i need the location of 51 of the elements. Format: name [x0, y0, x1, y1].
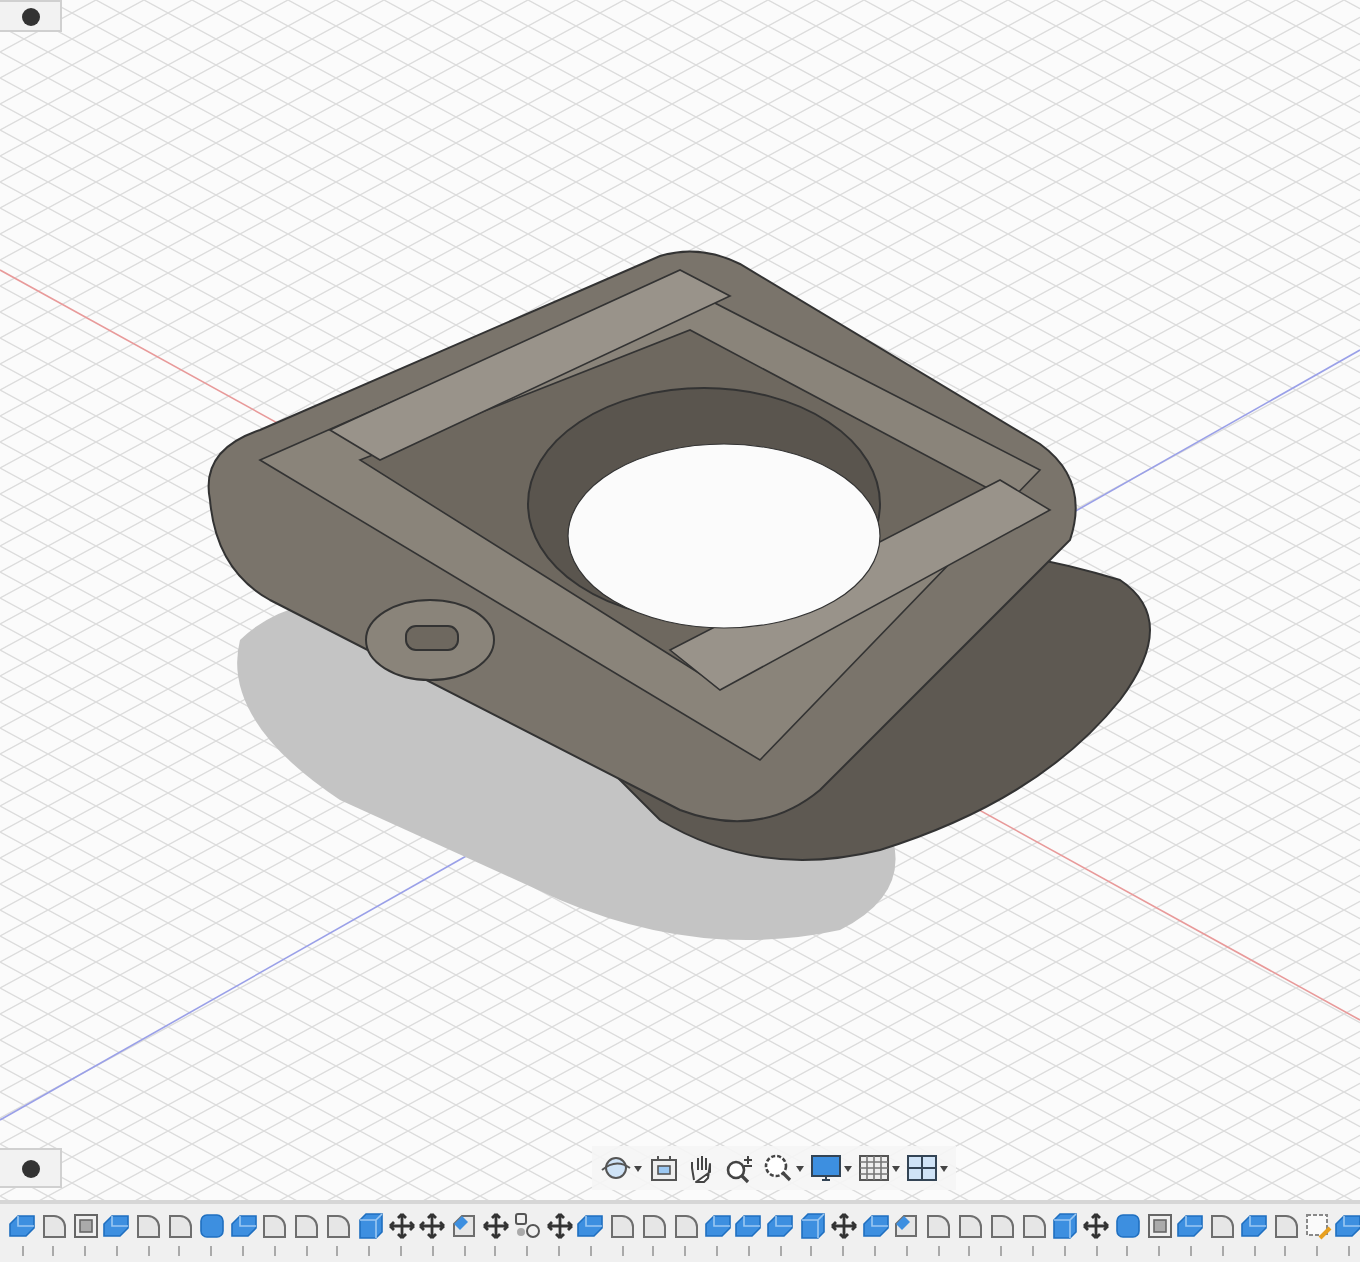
- fillet-feature-icon[interactable]: [987, 1212, 1016, 1240]
- cylinder-feature-icon[interactable]: [1113, 1212, 1142, 1240]
- extrude-feature-icon[interactable]: [102, 1212, 131, 1240]
- extrude-feature-icon[interactable]: [229, 1212, 258, 1240]
- move-feature-icon[interactable]: [387, 1212, 416, 1240]
- fillet-feature-icon[interactable]: [1208, 1212, 1237, 1240]
- shell-feature-icon[interactable]: [71, 1212, 100, 1240]
- fillet-feature-icon[interactable]: [924, 1212, 953, 1240]
- move-feature-icon[interactable]: [418, 1212, 447, 1240]
- fillet-feature-icon[interactable]: [292, 1212, 321, 1240]
- chamfer-feature-icon[interactable]: [892, 1212, 921, 1240]
- display-tool[interactable]: [810, 1150, 852, 1186]
- extrude-feature-icon[interactable]: [861, 1212, 890, 1240]
- fillet-feature-icon[interactable]: [639, 1212, 668, 1240]
- fillet-feature-icon[interactable]: [1271, 1212, 1300, 1240]
- extrude-feature-icon[interactable]: [1176, 1212, 1205, 1240]
- fillet-feature-icon[interactable]: [165, 1212, 194, 1240]
- cylinder-feature-icon[interactable]: [197, 1212, 226, 1240]
- extrude-feature-icon[interactable]: [8, 1212, 36, 1240]
- fit-tool[interactable]: [762, 1150, 804, 1186]
- move-feature-icon[interactable]: [1082, 1212, 1111, 1240]
- fillet-feature-icon[interactable]: [39, 1212, 68, 1240]
- fillet-feature-icon[interactable]: [134, 1212, 163, 1240]
- extrude-feature-icon[interactable]: [734, 1212, 763, 1240]
- grid-tool[interactable]: [858, 1150, 900, 1186]
- extrude-feature-icon[interactable]: [576, 1212, 605, 1240]
- look-at-tool[interactable]: [648, 1150, 680, 1186]
- extrude-feature-icon[interactable]: [703, 1212, 732, 1240]
- extrude-feature-icon[interactable]: [1334, 1212, 1360, 1240]
- fillet-feature-icon[interactable]: [671, 1212, 700, 1240]
- extrude-feature-icon[interactable]: [1240, 1212, 1269, 1240]
- fillet-feature-icon[interactable]: [955, 1212, 984, 1240]
- fillet-feature-icon[interactable]: [323, 1212, 352, 1240]
- sketch-feature-icon[interactable]: [1303, 1212, 1332, 1240]
- move-feature-icon[interactable]: [545, 1212, 574, 1240]
- viewports-tool[interactable]: [906, 1150, 948, 1186]
- zoom-tool[interactable]: [724, 1150, 756, 1186]
- fillet-feature-icon[interactable]: [608, 1212, 637, 1240]
- collapse-icon[interactable]: [21, 1159, 39, 1177]
- shell-feature-icon[interactable]: [1145, 1212, 1174, 1240]
- box-feature-icon[interactable]: [797, 1212, 826, 1240]
- collapse-icon[interactable]: [21, 7, 39, 25]
- fillet-feature-icon[interactable]: [1019, 1212, 1047, 1240]
- move-feature-icon[interactable]: [481, 1212, 510, 1240]
- chamfer-feature-icon[interactable]: [450, 1212, 479, 1240]
- move-feature-icon[interactable]: [829, 1212, 858, 1240]
- pattern-feature-icon[interactable]: [513, 1212, 542, 1240]
- box-feature-icon[interactable]: [1050, 1212, 1079, 1240]
- box-feature-icon[interactable]: [355, 1212, 384, 1240]
- extrude-feature-icon[interactable]: [766, 1212, 795, 1240]
- fillet-feature-icon[interactable]: [260, 1212, 289, 1240]
